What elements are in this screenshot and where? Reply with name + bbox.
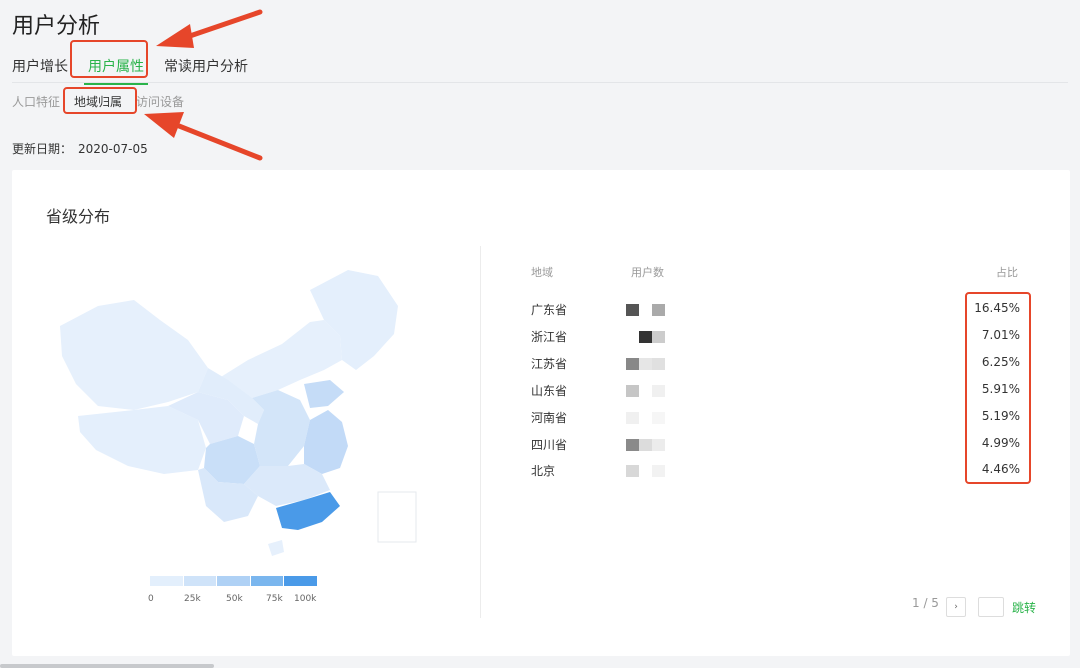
map-tibet[interactable]: [78, 406, 206, 474]
row-pct: 5.91%: [981, 382, 1020, 396]
legend-color-2: [217, 576, 250, 586]
row-users-redacted: [624, 358, 666, 370]
province-distribution-card: 省级分布 0 25k 50k 75k 100k 地域 用户数 占比 广东省 16…: [12, 170, 1070, 656]
legend-label-1: 25k: [184, 594, 201, 604]
card-divider: [480, 246, 481, 618]
map-east[interactable]: [304, 410, 348, 474]
main-tabs: 用户增长 用户属性 常读用户分析: [12, 56, 268, 85]
legend-label-4: 100k: [294, 594, 317, 604]
update-date-value: 2020-07-05: [78, 142, 148, 156]
card-title: 省级分布: [46, 207, 111, 226]
tab-user-attributes[interactable]: 用户属性: [84, 56, 148, 85]
legend-color-1: [183, 576, 217, 586]
row-users-redacted: [624, 385, 666, 397]
map-shandong[interactable]: [304, 380, 344, 408]
page-title: 用户分析: [12, 14, 101, 39]
map-south-sea-inset: [377, 491, 417, 543]
row-pct: 7.01%: [981, 328, 1020, 342]
legend-label-3: 75k: [266, 594, 283, 604]
pager-next-button[interactable]: ›: [946, 597, 966, 617]
row-pct: 6.25%: [981, 355, 1020, 369]
sub-tabs: 人口特征 地域归属 访问设备: [12, 93, 198, 110]
legend-label-0: 0: [148, 594, 154, 604]
legend-color-3: [250, 576, 284, 586]
row-pct: 16.45%: [974, 301, 1020, 315]
row-region: 四川省: [531, 438, 568, 452]
row-region: 广东省: [531, 303, 568, 317]
pager-indicator: 1 / 5: [912, 596, 939, 610]
row-region: 北京: [531, 464, 556, 478]
row-region: 江苏省: [531, 357, 568, 371]
col-header-region: 地域: [531, 266, 553, 279]
col-header-pct: 占比: [996, 266, 1018, 279]
row-region: 河南省: [531, 411, 568, 425]
row-users-redacted: [624, 412, 666, 424]
col-header-users: 用户数: [631, 266, 664, 279]
row-users-redacted: [624, 304, 666, 316]
page-jump-button[interactable]: 跳转: [1012, 599, 1036, 616]
update-date: 更新日期： 2020-07-05: [12, 140, 148, 157]
china-map: [60, 270, 417, 556]
tab-user-growth[interactable]: 用户增长: [12, 56, 68, 76]
chevron-right-icon: ›: [954, 602, 958, 612]
row-pct: 4.99%: [981, 436, 1020, 450]
subtab-region[interactable]: 地域归属: [74, 93, 122, 110]
tab-frequent-reader-analysis[interactable]: 常读用户分析: [164, 56, 248, 76]
update-date-label: 更新日期：: [12, 142, 73, 156]
map-xinjiang[interactable]: [60, 300, 208, 410]
row-users-redacted: [624, 331, 666, 343]
page-jump-input[interactable]: [978, 597, 1004, 617]
row-users-redacted: [624, 465, 666, 477]
row-pct: 5.19%: [981, 409, 1020, 423]
row-pct: 4.46%: [981, 462, 1020, 476]
map-hainan[interactable]: [268, 540, 284, 556]
row-region: 山东省: [531, 384, 568, 398]
annotation-arrow-icon: [156, 9, 263, 48]
legend-color-4: [284, 576, 317, 586]
legend-color-0: [150, 576, 183, 586]
subtab-devices[interactable]: 访问设备: [136, 93, 184, 110]
tab-divider: [12, 82, 1068, 83]
legend-label-2: 50k: [226, 594, 243, 604]
annotation-arrow-icon: [144, 112, 263, 161]
map-central[interactable]: [252, 390, 310, 466]
legend-labels: 0 25k 50k 75k 100k: [146, 594, 326, 606]
legend-bar: [150, 576, 318, 586]
subtab-demographics[interactable]: 人口特征: [12, 93, 60, 110]
row-region: 浙江省: [531, 330, 568, 344]
row-users-redacted: [624, 439, 666, 451]
horizontal-scrollbar[interactable]: [0, 664, 214, 668]
